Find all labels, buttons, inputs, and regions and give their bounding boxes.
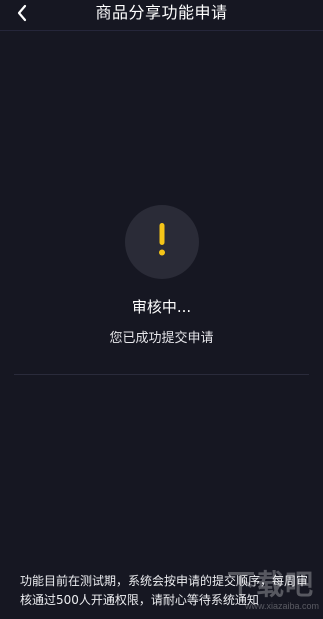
watermark-text: 下载吧	[227, 568, 315, 601]
watermark-url: www.xiazaiba.com	[245, 601, 320, 611]
status-icon-circle	[125, 205, 199, 279]
watermark-logo: 下载吧 www.xiazaiba.com	[219, 561, 319, 619]
nav-bar: 商品分享功能申请	[0, 0, 323, 31]
status-subtitle: 您已成功提交申请	[109, 331, 214, 346]
status-title: 审核中...	[131, 298, 192, 316]
divider	[14, 374, 309, 375]
exclamation-icon	[157, 223, 167, 261]
page-title: 商品分享功能申请	[95, 3, 228, 22]
